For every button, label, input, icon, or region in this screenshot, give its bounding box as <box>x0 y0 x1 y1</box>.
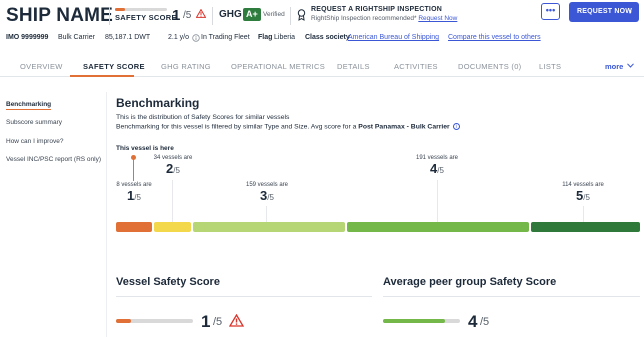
class-society-link[interactable]: American Bureau of Shipping <box>348 34 439 41</box>
distribution-bar-score-2 <box>154 222 191 232</box>
more-options-button[interactable]: ••• <box>541 3 560 20</box>
sidebar-item-subscore-summary[interactable]: Subscore summary <box>6 119 62 126</box>
group-guide-line <box>172 180 173 222</box>
peer-score-bar-fill <box>383 319 445 323</box>
score-group-4: 191 vessels are 4/5 <box>414 155 460 176</box>
flag-label: Flag <box>258 34 273 41</box>
this-vessel-label: This vessel is here <box>116 145 174 152</box>
tab-ghg-rating[interactable]: GHG RATING <box>161 62 211 71</box>
tab-operational-metrics[interactable]: OPERATIONAL METRICS <box>231 62 325 71</box>
divider <box>116 296 372 297</box>
active-tab-indicator <box>70 75 134 77</box>
group-guide-line <box>583 206 584 222</box>
safety-score-denominator: /5 <box>183 10 192 21</box>
class-society-label: Class society <box>305 34 350 41</box>
this-vessel-marker-line <box>133 159 134 181</box>
tab-safety-score[interactable]: SAFETY SCORE <box>83 62 145 71</box>
divider <box>109 7 110 25</box>
peer-group-name: Post Panamax - Bulk Carrier <box>358 123 450 131</box>
score-group-value: 3/5 <box>260 188 274 203</box>
tab-details[interactable]: DETAILS <box>337 62 370 71</box>
chevron-right-icon: › <box>629 7 632 16</box>
score-group-2: 34 vessels are 2/5 <box>151 155 195 176</box>
inspection-title: REQUEST A RIGHTSHIP INSPECTION <box>311 6 442 13</box>
tab-activities[interactable]: ACTIVITIES <box>394 62 438 71</box>
section-title-vessel-safety-score: Vessel Safety Score <box>116 276 220 288</box>
vessel-score-bar-fill <box>116 319 132 323</box>
tab-documents[interactable]: DOCUMENTS (0) <box>458 62 521 71</box>
benchmarking-filter-text: Benchmarking for this vessel is filtered… <box>116 123 460 130</box>
score-group-value: 4/5 <box>430 161 444 176</box>
safety-score-bar <box>115 8 167 11</box>
ghg-rating-badge: A+ <box>243 8 261 21</box>
distribution-bar-score-1 <box>116 222 152 232</box>
flag-value: Liberia <box>274 34 296 41</box>
sidebar-item-inc-psc-report[interactable]: Vessel INC/PSC report (RS only) <box>6 156 101 163</box>
tab-more[interactable]: more <box>605 62 623 71</box>
request-now-button[interactable]: REQUEST NOW › <box>569 2 639 22</box>
tab-lists[interactable]: LISTS <box>539 62 561 71</box>
sidebar-divider <box>106 92 107 337</box>
distribution-bar-score-3 <box>193 222 345 232</box>
group-guide-line <box>437 180 438 222</box>
divider <box>383 296 640 297</box>
sidebar-item-benchmarking[interactable]: Benchmarking <box>6 101 51 108</box>
header-bar: SHIP NAME SAFETY SCORE 1 /5 GHG A+ Verif… <box>0 0 644 26</box>
ghg-label: GHG <box>219 9 242 20</box>
distribution-bar-score-4 <box>347 222 529 232</box>
tab-overview[interactable]: OVERVIEW <box>20 62 63 71</box>
vessel-status: In Trading Fleet <box>201 34 250 41</box>
score-group-1: 8 vessels are 1/5 <box>113 182 155 203</box>
inspection-text: RightShip Inspection recommended* Reques… <box>311 15 458 22</box>
peer-score-bar <box>383 319 460 323</box>
safety-score-value: 1 <box>172 7 181 24</box>
vessel-dwt: 85,187.1 DWT <box>105 34 151 41</box>
vessel-age: 2.1 y/o <box>168 34 190 41</box>
section-title-benchmarking: Benchmarking <box>116 96 200 110</box>
benchmarking-description: This is the distribution of Safety Score… <box>116 114 290 121</box>
warning-icon <box>196 9 206 18</box>
imo-number: IMO 9999999 <box>6 34 49 41</box>
divider <box>290 7 291 25</box>
compare-vessel-link[interactable]: Compare this vessel to others <box>448 34 541 41</box>
score-group-3: 159 vessels are 3/5 <box>244 182 290 203</box>
ghg-verified-text: Verified <box>263 11 285 18</box>
section-title-peer-safety-score: Average peer group Safety Score <box>383 276 557 288</box>
info-icon[interactable]: i <box>452 123 460 130</box>
ribbon-award-icon <box>297 9 306 21</box>
info-icon[interactable] <box>192 34 200 42</box>
vessel-score-bar <box>116 319 193 323</box>
vessel-score-denominator: /5 <box>213 316 223 328</box>
group-guide-line <box>266 206 267 222</box>
safety-score-label: SAFETY SCORE <box>115 13 177 22</box>
sidebar-item-how-can-i-improve[interactable]: How can I improve? <box>6 138 63 145</box>
request-now-link[interactable]: Request Now <box>418 15 457 22</box>
vessel-score-value: 1 <box>201 312 211 331</box>
score-group-value: 5/5 <box>576 188 590 203</box>
warning-icon <box>229 314 244 327</box>
distribution-bar-score-5 <box>531 222 640 232</box>
ship-name: SHIP NAME <box>6 5 114 26</box>
chevron-down-icon[interactable] <box>627 63 634 68</box>
safety-score-bar-fill <box>115 8 126 11</box>
score-group-5: 114 vessels are 5/5 <box>560 182 606 203</box>
peer-score-value: 4 <box>468 312 478 331</box>
score-group-value: 1/5 <box>127 188 141 203</box>
tab-bar: OVERVIEW SAFETY SCORE GHG RATING OPERATI… <box>0 55 644 77</box>
vessel-type: Bulk Carrier <box>58 34 95 41</box>
score-group-value: 2/5 <box>166 161 180 176</box>
sidebar-active-indicator <box>6 109 51 110</box>
peer-score-denominator: /5 <box>480 316 490 328</box>
divider <box>212 7 213 25</box>
